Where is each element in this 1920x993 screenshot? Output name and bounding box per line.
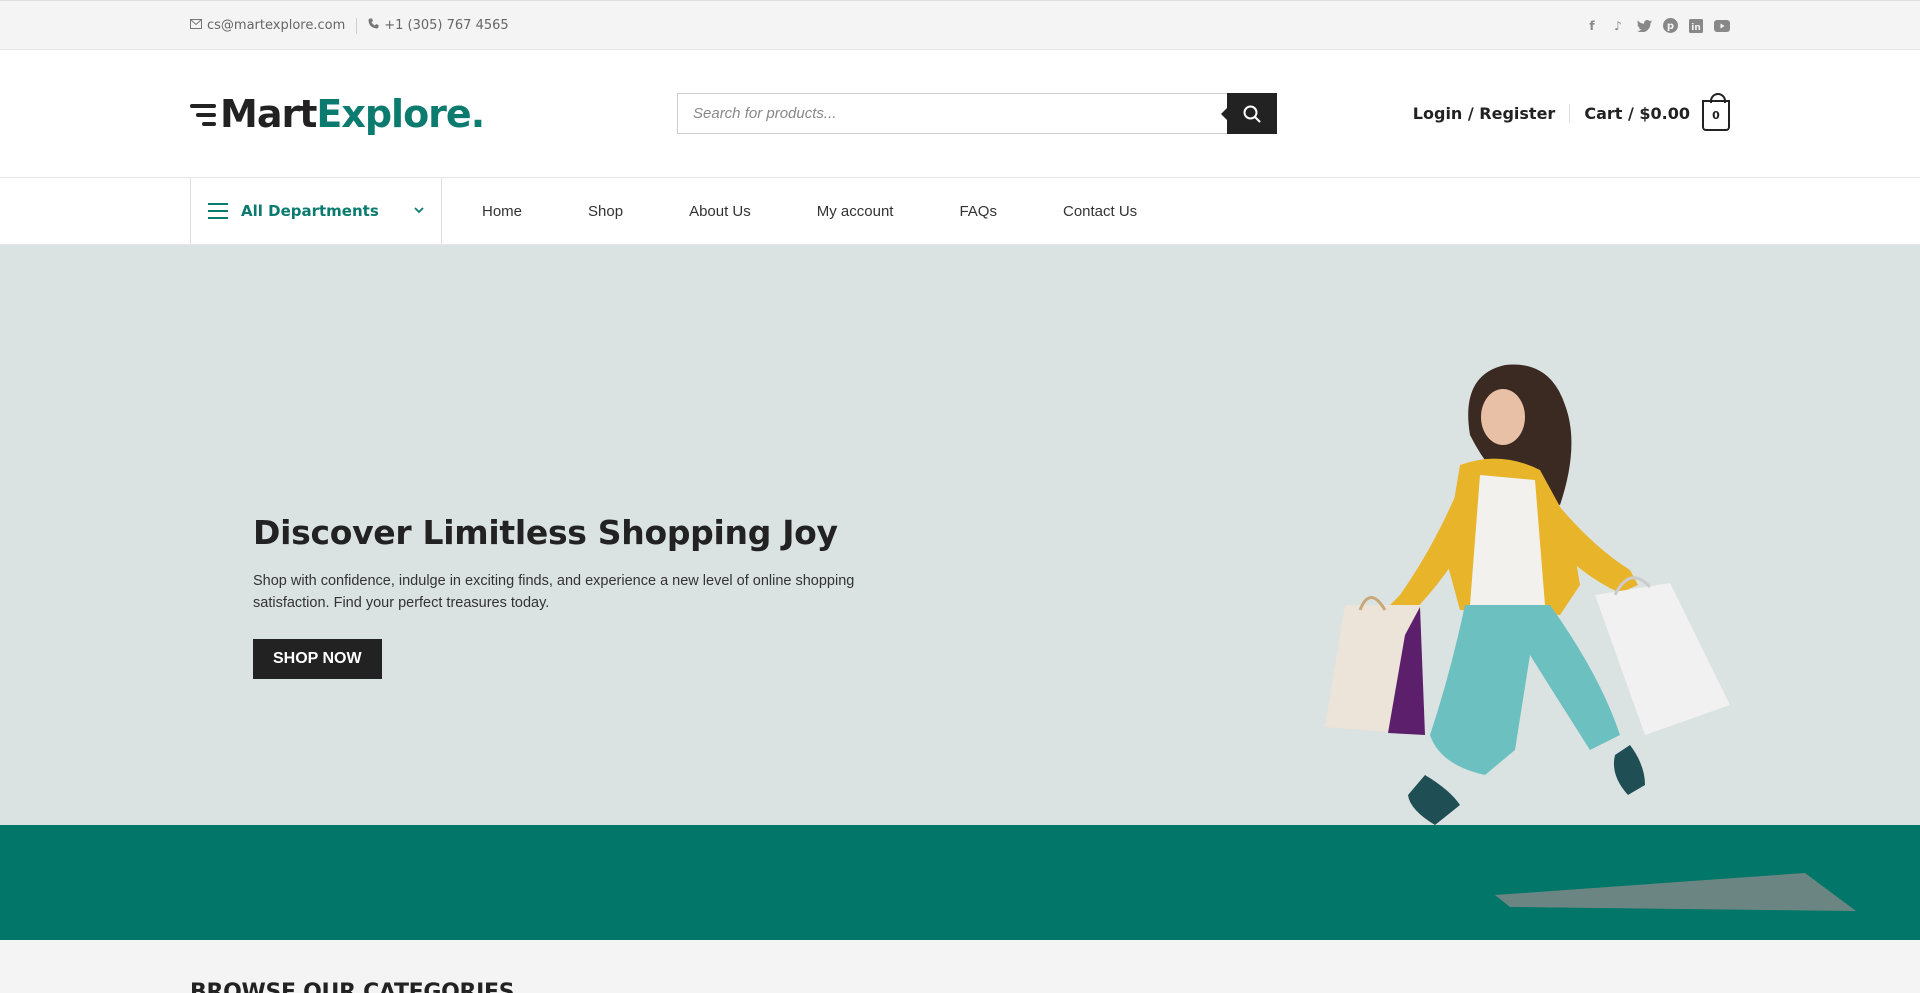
cart-bag-icon: 0 bbox=[1702, 93, 1730, 131]
all-departments-dropdown[interactable]: All Departments bbox=[190, 178, 442, 244]
phone-text: +1 (305) 767 4565 bbox=[384, 18, 509, 33]
browse-heading: BROWSE OUR CATEGORIES bbox=[190, 980, 515, 993]
phone-link[interactable]: +1 (305) 767 4565 bbox=[357, 18, 519, 33]
logo-text: MartExplore. bbox=[220, 91, 485, 136]
departments-label: All Departments bbox=[241, 202, 379, 220]
site-logo[interactable]: MartExplore. bbox=[190, 92, 677, 136]
logo-explore: Explore. bbox=[316, 91, 485, 136]
cart-total: Cart / $0.00 bbox=[1584, 104, 1690, 123]
logo-mart: Mart bbox=[220, 91, 317, 136]
nav-home[interactable]: Home bbox=[482, 203, 522, 220]
email-text: cs@martexplore.com bbox=[207, 18, 346, 33]
svg-text:p: p bbox=[1666, 21, 1673, 32]
cart-link[interactable]: Cart / $0.00 0 bbox=[1570, 93, 1730, 131]
hero-title: Discover Limitless Shopping Joy bbox=[253, 513, 838, 552]
product-search-form bbox=[677, 93, 1277, 134]
email-link[interactable]: cs@martexplore.com bbox=[190, 18, 356, 33]
main-header: MartExplore. Login / Register Cart / $0.… bbox=[0, 50, 1920, 178]
hero-shopper-image bbox=[1325, 364, 1856, 911]
account-cart: Login / Register Cart / $0.00 0 bbox=[1413, 93, 1730, 131]
phone-icon bbox=[368, 18, 379, 33]
search-icon bbox=[1243, 105, 1261, 122]
hero-text: Shop with confidence, indulge in excitin… bbox=[253, 573, 855, 611]
top-bar: cs@martexplore.com +1 (305) 767 4565 f ♪… bbox=[0, 0, 1920, 50]
search-button[interactable] bbox=[1221, 93, 1277, 134]
hamburger-icon bbox=[208, 203, 228, 219]
facebook-icon[interactable]: f bbox=[1584, 18, 1600, 34]
hero-banner: Discover Limitless Shopping Joy Shop wit… bbox=[0, 245, 1920, 940]
nav-my-account[interactable]: My account bbox=[817, 203, 894, 220]
logo-speed-lines bbox=[190, 103, 216, 126]
shop-now-button[interactable]: SHOP NOW bbox=[253, 639, 382, 679]
youtube-icon[interactable] bbox=[1714, 18, 1730, 34]
twitter-icon[interactable] bbox=[1636, 18, 1652, 34]
hero-content: Discover Limitless Shopping Joy Shop wit… bbox=[253, 513, 873, 679]
main-nav: All Departments Home Shop About Us My ac… bbox=[0, 178, 1920, 245]
nav-shop[interactable]: Shop bbox=[588, 203, 623, 220]
pinterest-icon[interactable]: p bbox=[1662, 18, 1678, 34]
login-register-link[interactable]: Login / Register bbox=[1413, 104, 1571, 123]
search-input[interactable] bbox=[677, 93, 1227, 134]
cart-count: 0 bbox=[1712, 109, 1720, 122]
svg-text:in: in bbox=[1691, 23, 1701, 33]
chevron-down-icon bbox=[414, 206, 424, 217]
primary-menu: Home Shop About Us My account FAQs Conta… bbox=[442, 178, 1203, 244]
envelope-icon bbox=[190, 18, 202, 33]
tiktok-icon[interactable]: ♪ bbox=[1610, 18, 1626, 34]
browse-categories-section: BROWSE OUR CATEGORIES bbox=[0, 940, 1920, 993]
contact-info: cs@martexplore.com +1 (305) 767 4565 bbox=[190, 17, 520, 34]
social-links: f ♪ p in bbox=[1584, 18, 1730, 34]
nav-about-us[interactable]: About Us bbox=[689, 203, 751, 220]
nav-contact-us[interactable]: Contact Us bbox=[1063, 203, 1137, 220]
linkedin-icon[interactable]: in bbox=[1688, 18, 1704, 34]
nav-faqs[interactable]: FAQs bbox=[959, 203, 997, 220]
